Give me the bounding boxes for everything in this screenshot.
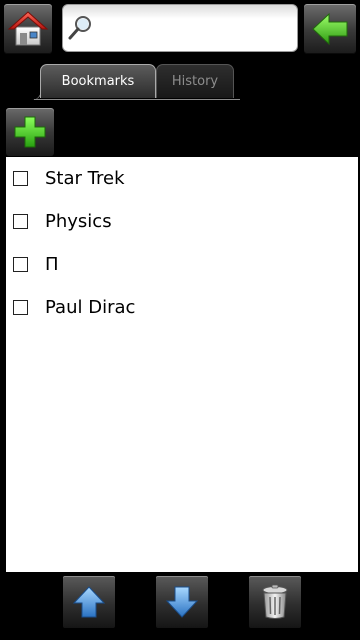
plus-icon <box>14 116 46 148</box>
bookmark-list-panel: Star Trek Physics Π Paul Dirac <box>6 157 358 572</box>
bookmark-label: Π <box>45 254 59 275</box>
move-up-button[interactable] <box>63 576 115 628</box>
tab-label: History <box>171 74 219 89</box>
arrow-down-icon <box>165 586 199 618</box>
list-item[interactable]: Physics <box>6 200 358 243</box>
back-arrow-icon <box>312 12 348 46</box>
bookmark-label: Physics <box>45 211 112 232</box>
checkbox[interactable] <box>13 257 28 272</box>
tab-bookmarks[interactable]: Bookmarks <box>40 64 156 98</box>
move-down-button[interactable] <box>156 576 208 628</box>
search-input[interactable] <box>95 7 299 49</box>
trash-icon <box>262 584 288 619</box>
checkbox[interactable] <box>13 300 28 315</box>
top-bar <box>0 0 360 60</box>
add-bookmark-button[interactable] <box>6 108 54 156</box>
home-button[interactable] <box>4 4 52 54</box>
tab-baseline <box>34 99 240 100</box>
delete-button[interactable] <box>249 576 301 628</box>
tab-history[interactable]: History <box>156 64 234 98</box>
search-box[interactable] <box>62 4 299 52</box>
list-item[interactable]: Star Trek <box>6 157 358 200</box>
arrow-up-icon <box>72 586 106 618</box>
bookmarks-screen: Bookmarks History Star Trek Physics Π Pa… <box>0 0 360 640</box>
checkbox[interactable] <box>13 171 28 186</box>
back-button[interactable] <box>304 4 356 54</box>
bookmark-label: Paul Dirac <box>45 297 136 318</box>
list-item[interactable]: Paul Dirac <box>6 286 358 329</box>
checkbox[interactable] <box>13 214 28 229</box>
home-icon <box>7 11 49 46</box>
bookmark-list: Star Trek Physics Π Paul Dirac <box>6 157 358 329</box>
tab-label: Bookmarks <box>61 74 135 89</box>
list-item[interactable]: Π <box>6 243 358 286</box>
search-icon <box>65 8 95 48</box>
bookmark-label: Star Trek <box>45 168 125 189</box>
